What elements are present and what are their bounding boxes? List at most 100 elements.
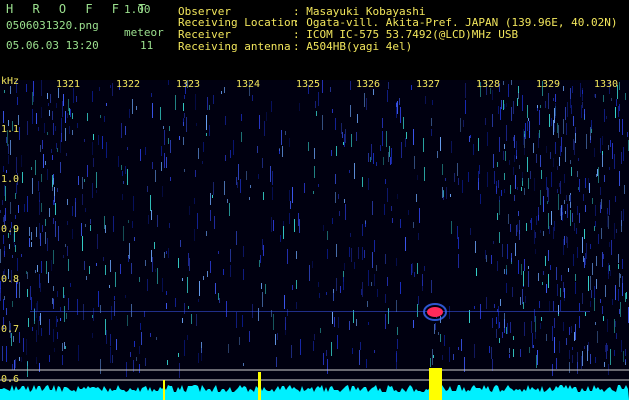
noise-streak (598, 167, 599, 183)
noise-streak (206, 115, 207, 130)
noise-streak (5, 208, 6, 221)
noise-streak (602, 252, 603, 267)
noise-streak (414, 272, 415, 277)
noise-streak (331, 342, 332, 356)
noise-streak (21, 357, 22, 362)
noise-streak (271, 101, 272, 112)
noise-streak (296, 302, 297, 309)
noise-streak (263, 192, 264, 200)
noise-streak (14, 360, 15, 370)
noise-streak (604, 109, 605, 122)
noise-streak (588, 342, 589, 351)
noise-streak (32, 327, 33, 331)
noise-streak (574, 332, 575, 341)
noise-streak (128, 220, 129, 223)
noise-streak (528, 178, 529, 189)
noise-streak (591, 290, 592, 298)
noise-streak (147, 186, 148, 192)
noise-streak (252, 95, 253, 101)
app-version: 1.00 (124, 3, 151, 16)
noise-streak (502, 244, 503, 257)
noise-streak (47, 93, 48, 99)
noise-streak (85, 208, 86, 212)
noise-streak (366, 359, 367, 368)
noise-streak (558, 125, 559, 138)
noise-streak (343, 277, 344, 290)
noise-streak (164, 130, 165, 145)
noise-streak (45, 161, 46, 165)
noise-streak (396, 103, 397, 107)
noise-streak (93, 308, 94, 321)
noise-streak (273, 314, 274, 330)
noise-streak (565, 107, 566, 120)
noise-streak (496, 317, 497, 324)
noise-streak (605, 285, 606, 297)
noise-streak (564, 174, 565, 183)
noise-streak (368, 270, 369, 286)
noise-streak (550, 265, 551, 270)
noise-streak (53, 286, 54, 291)
noise-streak (351, 134, 352, 147)
noise-streak (594, 226, 595, 231)
noise-streak (539, 110, 540, 125)
noise-streak (611, 98, 612, 101)
noise-streak (122, 171, 123, 176)
noise-streak (606, 343, 607, 359)
noise-streak (411, 85, 412, 90)
noise-streak (96, 263, 97, 266)
noise-streak (27, 272, 28, 279)
y-axis-unit: kHz (1, 76, 20, 87)
noise-streak (225, 155, 226, 161)
noise-streak (100, 115, 101, 118)
noise-streak (583, 194, 584, 201)
noise-streak (188, 306, 189, 309)
noise-streak (516, 225, 517, 236)
noise-streak (525, 296, 526, 303)
noise-streak (622, 276, 623, 283)
noise-streak (39, 363, 40, 372)
noise-streak (31, 242, 32, 247)
noise-streak (595, 205, 596, 216)
noise-streak (396, 258, 397, 266)
noise-streak (72, 130, 73, 135)
noise-streak (41, 328, 42, 336)
noise-streak (240, 179, 241, 193)
noise-streak (15, 193, 16, 199)
noise-streak (152, 162, 153, 169)
noise-streak (35, 160, 36, 175)
y-tick-0-8: 0.8 (1, 274, 20, 285)
noise-streak (313, 191, 314, 194)
noise-streak (123, 181, 124, 184)
noise-streak (49, 319, 50, 335)
noise-streak (406, 132, 407, 139)
noise-streak (250, 185, 251, 188)
noise-streak (518, 211, 519, 216)
noise-streak (21, 155, 22, 167)
noise-streak (564, 200, 565, 204)
noise-streak (496, 329, 497, 338)
noise-streak (335, 118, 336, 130)
noise-streak (496, 186, 497, 194)
noise-streak (610, 270, 611, 276)
noise-streak (492, 359, 493, 371)
noise-streak (258, 174, 259, 179)
noise-streak (538, 133, 539, 148)
noise-streak (54, 196, 55, 205)
noise-streak (616, 333, 617, 339)
noise-streak (169, 126, 170, 131)
noise-streak (332, 218, 333, 224)
noise-streak (3, 166, 4, 172)
noise-streak (84, 261, 85, 270)
noise-streak (92, 183, 93, 198)
noise-streak (547, 201, 548, 204)
noise-streak (201, 348, 202, 361)
noise-streak (618, 289, 619, 301)
noise-streak (602, 154, 603, 167)
noise-streak (289, 213, 290, 224)
noise-streak (39, 316, 40, 321)
noise-streak (116, 339, 117, 350)
noise-streak (316, 111, 317, 116)
noise-streak (518, 92, 519, 99)
noise-streak (58, 226, 59, 241)
noise-streak (6, 137, 7, 143)
